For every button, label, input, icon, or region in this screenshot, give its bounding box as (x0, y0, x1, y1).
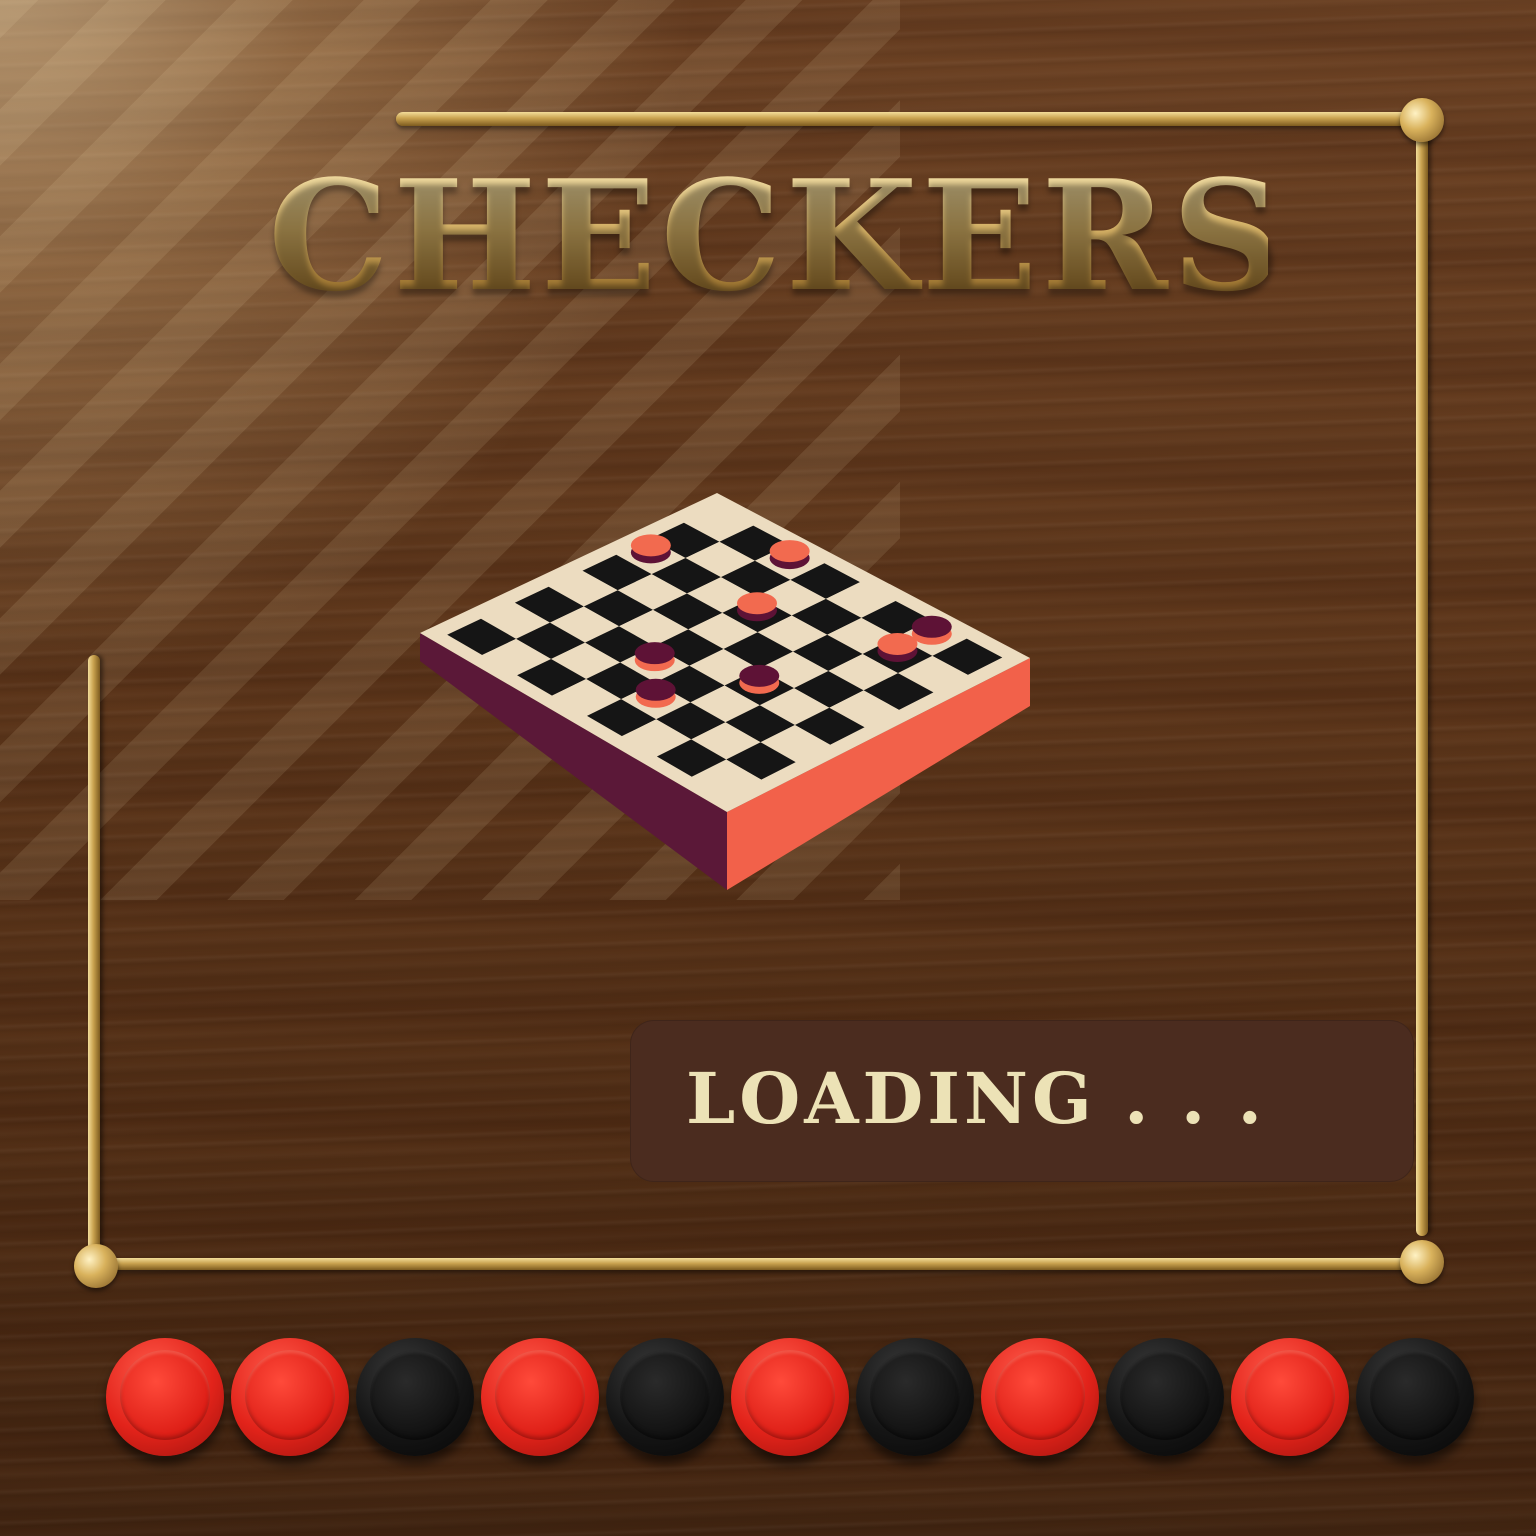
red-checker-chip (1231, 1338, 1349, 1456)
frame-corner-ornament (1400, 1240, 1444, 1284)
checkerboard-illustration (410, 480, 1050, 900)
gold-frame-left (88, 655, 100, 1265)
black-checker-chip (856, 1338, 974, 1456)
orange-piece (769, 540, 810, 570)
checkerboard-icon (420, 493, 1030, 890)
red-checker-chip (106, 1338, 224, 1456)
plum-piece (634, 642, 675, 672)
black-checker-chip (606, 1338, 724, 1456)
gold-frame-right (1416, 126, 1428, 1236)
loading-label: LOADING . . . (686, 1057, 1266, 1140)
red-checker-chip (981, 1338, 1099, 1456)
red-checker-chip (231, 1338, 349, 1456)
gold-frame-bottom (96, 1258, 1426, 1270)
orange-piece (630, 534, 671, 564)
frame-corner-ornament (74, 1244, 118, 1288)
gold-frame-top (396, 112, 1436, 126)
checker-chip-row (106, 1338, 1486, 1468)
loading-panel: LOADING . . . (630, 1020, 1414, 1182)
black-checker-chip (356, 1338, 474, 1456)
game-title: CHECKERS (268, 146, 1286, 325)
black-checker-chip (1356, 1338, 1474, 1456)
red-checker-chip (481, 1338, 599, 1456)
plum-piece (911, 615, 952, 645)
red-checker-chip (731, 1338, 849, 1456)
black-checker-chip (1106, 1338, 1224, 1456)
frame-corner-ornament (1400, 98, 1444, 142)
orange-piece (736, 592, 777, 622)
plum-piece (739, 664, 780, 694)
loading-screen: CHECKERS LOADING . . . (0, 0, 1536, 1536)
plum-piece (635, 678, 676, 708)
orange-piece (877, 632, 918, 662)
